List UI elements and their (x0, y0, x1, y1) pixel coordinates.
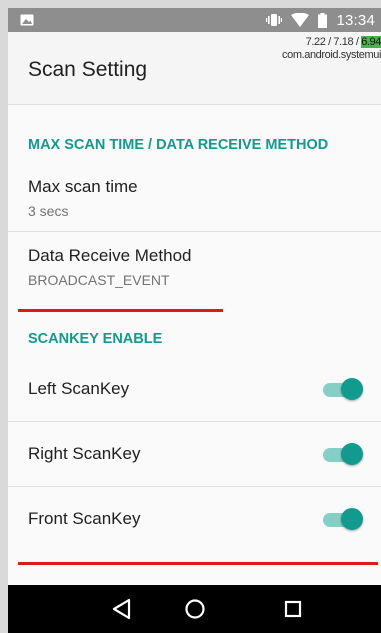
switch-thumb (341, 443, 363, 465)
annotation-underline-front-scankey (18, 562, 378, 565)
pref-summary: 3 secs (28, 203, 69, 219)
pref-right-scankey[interactable]: Right ScanKey (8, 422, 381, 487)
pref-data-receive-method[interactable]: Data Receive Method BROADCAST_EVENT (8, 232, 381, 299)
back-triangle-icon[interactable] (110, 597, 134, 621)
app-bar: 7.22 / 7.18 / 6.94 com.android.systemui … (8, 32, 381, 105)
pref-max-scan-time[interactable]: Max scan time 3 secs (8, 163, 381, 232)
pref-summary: BROADCAST_EVENT (28, 272, 170, 288)
right-scankey-switch[interactable] (323, 443, 363, 465)
recents-square-icon[interactable] (281, 597, 305, 621)
annotation-underline-receive-method (18, 309, 223, 312)
home-circle-icon[interactable] (183, 597, 207, 621)
wifi-icon (291, 13, 310, 27)
settings-list: MAX SCAN TIME / DATA RECEIVE METHOD Max … (8, 105, 381, 552)
pref-front-scankey[interactable]: Front ScanKey (8, 487, 381, 552)
status-icons: 13:34 (266, 8, 375, 32)
left-scankey-switch[interactable] (323, 378, 363, 400)
section-header-scankey: SCANKEY ENABLE (28, 331, 163, 347)
switch-thumb (341, 508, 363, 530)
pref-left-scankey[interactable]: Left ScanKey (8, 357, 381, 422)
pref-title: Left ScanKey (28, 379, 130, 398)
load-average: 7.22 / 7.18 / 6.94 (305, 36, 381, 48)
overlay-package: com.android.systemui (282, 49, 381, 61)
status-time: 13:34 (336, 11, 375, 29)
phone-screen: 13:34 7.22 / 7.18 / 6.94 com.android.sys… (8, 8, 381, 633)
debug-overlay: 7.22 / 7.18 / 6.94 com.android.systemui (282, 36, 381, 62)
pref-title: Right ScanKey (28, 444, 141, 463)
pref-title: Max scan time (28, 177, 138, 196)
front-scankey-switch[interactable] (323, 508, 363, 530)
image-icon (20, 14, 34, 26)
switch-thumb (341, 378, 363, 400)
page-title: Scan Setting (28, 58, 148, 81)
status-bar: 13:34 (8, 8, 381, 32)
pref-title: Front ScanKey (28, 509, 141, 528)
navigation-bar (8, 585, 381, 633)
section-header-scan-time: MAX SCAN TIME / DATA RECEIVE METHOD (28, 137, 329, 153)
pref-title: Data Receive Method (28, 246, 192, 265)
vibrate-icon (266, 14, 283, 26)
battery-icon (318, 12, 328, 28)
